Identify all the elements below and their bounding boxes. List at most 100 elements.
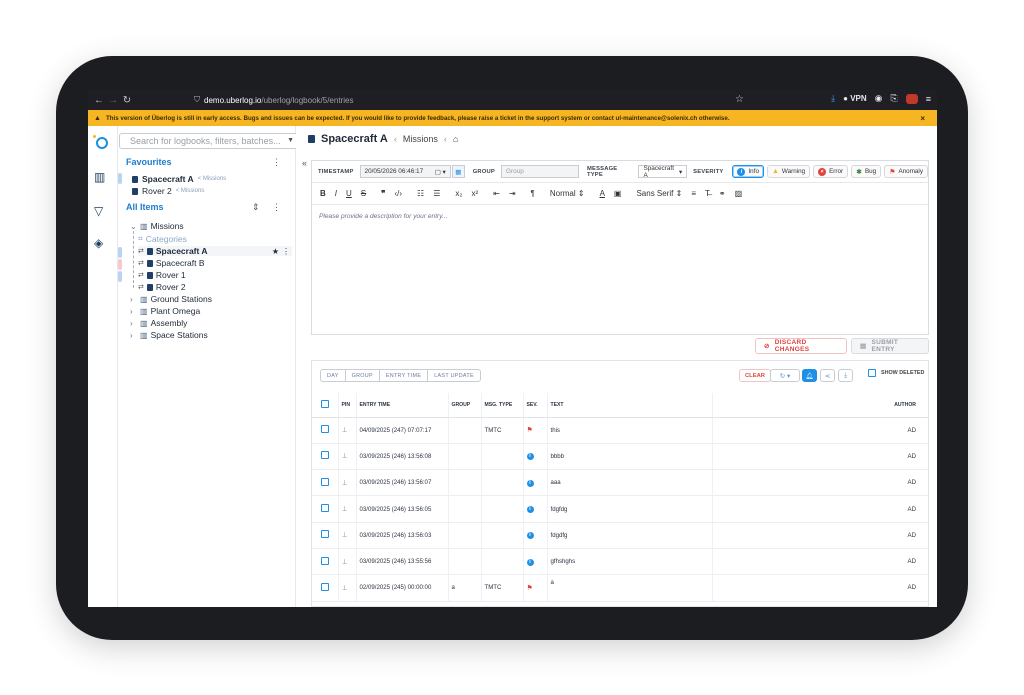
- calendar-picker-button[interactable]: ▦: [451, 165, 465, 178]
- pin-icon[interactable]: ⊥: [342, 585, 348, 592]
- bold-icon[interactable]: B: [320, 189, 326, 198]
- favourite-item[interactable]: Rover 2 < Missions: [132, 186, 204, 196]
- table-row[interactable]: ⊥ 03/09/2025 (246) 13:56:03 i fdgdfg AD: [312, 522, 928, 549]
- tree-item-categories[interactable]: ⌗ Categories: [138, 233, 187, 244]
- severity-warning-button[interactable]: ▲ Warning: [766, 165, 811, 178]
- text-color-icon[interactable]: A: [600, 189, 605, 198]
- pin-icon[interactable]: ⊥: [342, 480, 348, 487]
- favourite-star-icon[interactable]: ★: [272, 247, 279, 256]
- tree-item-assembly[interactable]: › ▥ Assembly: [130, 318, 187, 328]
- timestamp-field[interactable]: 20/05/2026 06:46:17 ▢ ▾: [359, 165, 451, 178]
- favourites-menu-icon[interactable]: ⋮: [272, 157, 281, 168]
- table-row[interactable]: ⊥ 03/09/2025 (246) 13:55:56 i gfhshghs A…: [312, 548, 928, 576]
- layers-icon[interactable]: ◈: [94, 236, 103, 250]
- pin-icon[interactable]: ⊥: [342, 559, 348, 566]
- tab-day[interactable]: DAY: [320, 369, 346, 382]
- ordered-list-icon[interactable]: ☷: [417, 189, 424, 198]
- text-size-select[interactable]: Normal ⇕: [550, 189, 585, 198]
- select-all-checkbox[interactable]: [320, 399, 329, 408]
- font-select[interactable]: Sans Serif ⇕: [636, 189, 682, 198]
- bullet-list-icon[interactable]: ☰: [433, 189, 440, 198]
- row-checkbox[interactable]: [320, 504, 329, 513]
- extensions-icon[interactable]: ⎘: [891, 93, 898, 104]
- reload-icon[interactable]: ↻: [120, 95, 134, 106]
- home-icon[interactable]: ⌂: [453, 134, 458, 144]
- chevron-right-icon[interactable]: ›: [130, 319, 137, 328]
- tree-item-spacecraft-a[interactable]: ⇄ Spacecraft A ★ ⋮: [138, 246, 292, 256]
- column-author[interactable]: AUTHOR: [712, 393, 928, 418]
- chevron-right-icon[interactable]: ›: [130, 331, 137, 340]
- severity-info-button[interactable]: i Info: [732, 165, 764, 178]
- row-checkbox[interactable]: [320, 530, 329, 539]
- underline-icon[interactable]: U: [346, 189, 352, 198]
- message-type-select[interactable]: Spacecraft A ▾: [638, 165, 688, 179]
- tree-item-ground-stations[interactable]: › ▥ Ground Stations: [130, 294, 212, 304]
- refresh-button[interactable]: ↻ ▾: [770, 369, 800, 382]
- export-button[interactable]: ⤓: [838, 369, 853, 382]
- show-deleted-checkbox[interactable]: [868, 369, 876, 377]
- highlight-icon[interactable]: ▣: [614, 189, 622, 198]
- column-pin[interactable]: PIN: [338, 393, 357, 418]
- tree-item-space-stations[interactable]: › ▥ Space Stations: [130, 330, 208, 340]
- back-icon[interactable]: ←: [92, 95, 106, 106]
- chevron-right-icon[interactable]: ›: [130, 295, 137, 304]
- row-checkbox[interactable]: [320, 477, 329, 486]
- tab-entry-time[interactable]: ENTRY TIME: [378, 369, 429, 382]
- column-msg-type[interactable]: MSG. TYPE: [481, 393, 524, 418]
- outdent-icon[interactable]: ⇤: [493, 189, 500, 198]
- item-menu-icon[interactable]: ⋮: [282, 247, 290, 256]
- text-direction-icon[interactable]: ¶: [531, 189, 535, 198]
- pin-icon[interactable]: ⊥: [342, 506, 348, 513]
- submit-entry-button[interactable]: ▤ SUBMIT ENTRY: [851, 338, 929, 354]
- table-row[interactable]: ⊥ 02/09/2025 (245) 00:00:00 a TMTC ⚑ a A…: [312, 574, 928, 602]
- logbooks-icon[interactable]: ▥: [94, 170, 105, 184]
- chevron-down-icon[interactable]: ▼: [287, 137, 294, 144]
- table-row[interactable]: ⊥ 03/09/2025 (246) 13:56:08 i bbbb AD: [312, 443, 928, 471]
- pin-icon[interactable]: ⊥: [342, 427, 348, 434]
- link-icon[interactable]: ⚭: [719, 189, 726, 198]
- tab-last-update[interactable]: LAST UPDATE: [427, 369, 481, 382]
- tab-group[interactable]: GROUP: [344, 369, 380, 382]
- address-bar[interactable]: ⛉ demo.uberlog.io/uberlog/logbook/5/entr…: [194, 95, 353, 105]
- collapse-sidebar-icon[interactable]: «: [302, 158, 307, 168]
- align-icon[interactable]: ≡: [691, 189, 696, 198]
- all-items-menu-icon[interactable]: ⋮: [272, 202, 281, 213]
- clear-button[interactable]: CLEAR: [739, 369, 771, 382]
- strikethrough-icon[interactable]: S: [361, 189, 366, 198]
- row-checkbox[interactable]: [320, 451, 329, 460]
- clear-format-icon[interactable]: T̶: [705, 189, 710, 198]
- favourite-item[interactable]: Spacecraft A < Missions: [132, 174, 226, 184]
- extension-icon[interactable]: [905, 93, 918, 104]
- table-row[interactable]: ⊥ 04/09/2025 (247) 07:07:17 TMTC ⚑ this …: [312, 417, 928, 444]
- show-deleted-toggle[interactable]: SHOW DELETED: [868, 369, 924, 377]
- breadcrumb-missions[interactable]: Missions: [403, 134, 438, 144]
- account-icon[interactable]: ◉: [875, 93, 883, 104]
- pin-icon[interactable]: ⊥: [342, 532, 348, 539]
- calendar-icon[interactable]: ▢ ▾: [435, 168, 446, 176]
- column-entry-time[interactable]: ENTRY TIME: [356, 393, 449, 418]
- search-input[interactable]: Search for logbooks, filters, batches...…: [119, 133, 299, 149]
- row-checkbox[interactable]: [320, 582, 329, 591]
- entry-text-area[interactable]: Please provide a description for your en…: [319, 213, 448, 220]
- chevron-right-icon[interactable]: ›: [130, 307, 137, 316]
- superscript-icon[interactable]: x²: [471, 189, 478, 198]
- menu-icon[interactable]: ≡: [926, 94, 931, 104]
- tree-item-spacecraft-b[interactable]: ⇄ Spacecraft B: [138, 258, 205, 268]
- bookmark-star-icon[interactable]: ☆: [735, 94, 744, 105]
- subscript-icon[interactable]: x₂: [455, 189, 462, 198]
- tree-item-rover-1[interactable]: ⇄ Rover 1: [138, 270, 186, 280]
- discard-changes-button[interactable]: ⊘ DISCARD CHANGES: [755, 338, 847, 354]
- forward-icon[interactable]: →: [106, 95, 120, 106]
- app-logo[interactable]: [93, 135, 108, 149]
- tree-item-missions[interactable]: ⌄ ▥ Missions: [130, 221, 184, 231]
- tree-item-rover-2[interactable]: ⇄ Rover 2: [138, 282, 186, 292]
- italic-icon[interactable]: I: [335, 189, 337, 198]
- indent-icon[interactable]: ⇥: [509, 189, 516, 198]
- severity-anomaly-button[interactable]: ⚑ Anomaly: [884, 165, 928, 178]
- row-checkbox[interactable]: [320, 556, 329, 565]
- image-icon[interactable]: ▨: [735, 189, 743, 198]
- group-input[interactable]: Group: [500, 165, 579, 178]
- table-row[interactable]: ⊥ 03/09/2025 (246) 13:56:07 i aaa AD: [312, 469, 928, 497]
- severity-bug-button[interactable]: ✱ Bug: [851, 165, 882, 178]
- banner-close-button[interactable]: ×: [920, 114, 925, 123]
